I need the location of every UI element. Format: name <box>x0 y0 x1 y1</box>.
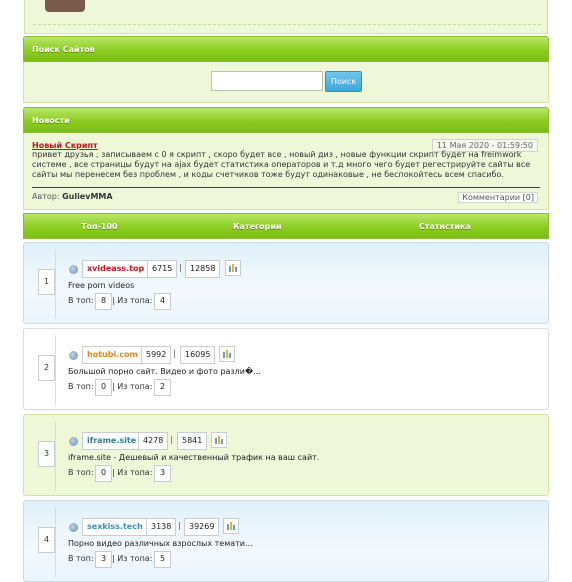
hosts-count: 16095 <box>180 346 216 364</box>
table-row: 2 hotubi.com 5992 | 16095 Большой порно … <box>23 328 549 410</box>
in-top-label: В топ: <box>68 382 94 391</box>
table-row: 4 sexkiss.tech 3138 | 39269 Порно видео … <box>23 500 549 582</box>
site-link[interactable]: sexkiss.tech <box>82 518 148 536</box>
row-divider <box>55 335 56 405</box>
in-top-value: 0 <box>95 379 112 396</box>
table-row: 3 iframe.site 4278 | 5841 iframe.site - … <box>23 414 549 496</box>
rank-number: 3 <box>38 441 55 467</box>
hits-count: 5992 <box>141 346 172 364</box>
rank-number: 2 <box>38 355 55 381</box>
from-top-label: | Из топа: <box>112 468 153 477</box>
search-block-header: Поиск Сайтов <box>23 36 549 62</box>
news-block-header: Новости <box>23 107 549 133</box>
hits-count: 3138 <box>146 518 177 536</box>
site-link[interactable]: hotubi.com <box>82 346 143 364</box>
stats-chart-icon[interactable] <box>219 346 235 362</box>
news-author-name: GulievMMA <box>62 192 113 201</box>
row-divider <box>55 249 56 319</box>
avatar <box>45 0 85 12</box>
site-link[interactable]: iframe.site <box>82 432 142 450</box>
site-description: iframe.site - Дешевый и качественный тра… <box>68 453 320 462</box>
news-block-title: Новости <box>32 116 70 125</box>
stats-chart-icon[interactable] <box>211 432 227 448</box>
top-table-header: Топ-100 Категории Статистика <box>23 213 549 239</box>
rank-number: 4 <box>38 527 55 553</box>
previous-block-inner <box>33 0 541 25</box>
site-link[interactable]: xvideass.top <box>82 260 150 278</box>
col-categories-header[interactable]: Категории <box>233 214 282 239</box>
search-input[interactable] <box>211 71 323 91</box>
globe-icon <box>69 437 78 446</box>
in-top-label: В топ: <box>68 554 94 563</box>
news-comments-link[interactable]: Комментарии [0] <box>458 192 538 203</box>
stat-separator: | <box>178 521 181 530</box>
from-top-value: 4 <box>154 293 171 310</box>
search-block-body: Поиск <box>23 62 549 103</box>
col-stats-header[interactable]: Статистика <box>419 214 471 239</box>
globe-icon <box>69 523 78 532</box>
news-block-body: Новый Скрипт 11 Мая 2020 - 01:59:50 прив… <box>23 133 549 210</box>
hits-count: 6715 <box>147 260 178 278</box>
news-text: привет друзья , записываем с 0 я скрипт … <box>32 150 531 179</box>
from-top-label: | Из топа: <box>112 554 153 563</box>
page: Поиск Сайтов Поиск Новости Новый Скрипт … <box>0 0 572 582</box>
stats-chart-icon[interactable] <box>223 518 239 534</box>
in-top-value: 0 <box>95 465 112 482</box>
stat-separator: | <box>179 263 182 272</box>
previous-block-remnant <box>24 0 548 34</box>
site-description: Free porn videos <box>68 281 135 290</box>
globe-icon <box>69 351 78 360</box>
site-description: Большой порно сайт. Видео и фото разли�.… <box>68 367 261 376</box>
in-top-value: 3 <box>95 551 112 568</box>
rank-number: 1 <box>38 269 55 295</box>
row-divider <box>55 507 56 577</box>
hosts-count: 39269 <box>184 518 220 536</box>
from-top-value: 5 <box>154 551 171 568</box>
search-button[interactable]: Поиск <box>325 71 362 92</box>
in-top-label: В топ: <box>68 296 94 305</box>
table-row: 1 xvideass.top 6715 | 12858 Free porn vi… <box>23 242 549 324</box>
news-author: Автор: GulievMMA <box>32 192 113 201</box>
from-top-label: | Из топа: <box>112 382 153 391</box>
hits-count: 4278 <box>138 432 169 450</box>
stats-chart-icon[interactable] <box>225 260 241 276</box>
hosts-count: 12858 <box>185 260 221 278</box>
globe-icon <box>69 265 78 274</box>
news-title-link[interactable]: Новый Скрипт <box>32 141 98 150</box>
in-top-value: 8 <box>95 293 112 310</box>
search-block-title: Поиск Сайтов <box>32 45 95 54</box>
from-top-label: | Из топа: <box>112 296 153 305</box>
hosts-count: 5841 <box>177 432 208 450</box>
site-description: Порно видео различных взрослых темати... <box>68 539 253 548</box>
stat-separator: | <box>170 435 173 444</box>
in-top-label: В топ: <box>68 468 94 477</box>
row-divider <box>55 421 56 491</box>
stat-separator: | <box>173 349 176 358</box>
from-top-value: 3 <box>154 465 171 482</box>
news-author-label: Автор: <box>32 192 60 201</box>
news-divider <box>32 187 540 188</box>
from-top-value: 2 <box>154 379 171 396</box>
col-top-header[interactable]: Топ-100 <box>81 214 118 239</box>
